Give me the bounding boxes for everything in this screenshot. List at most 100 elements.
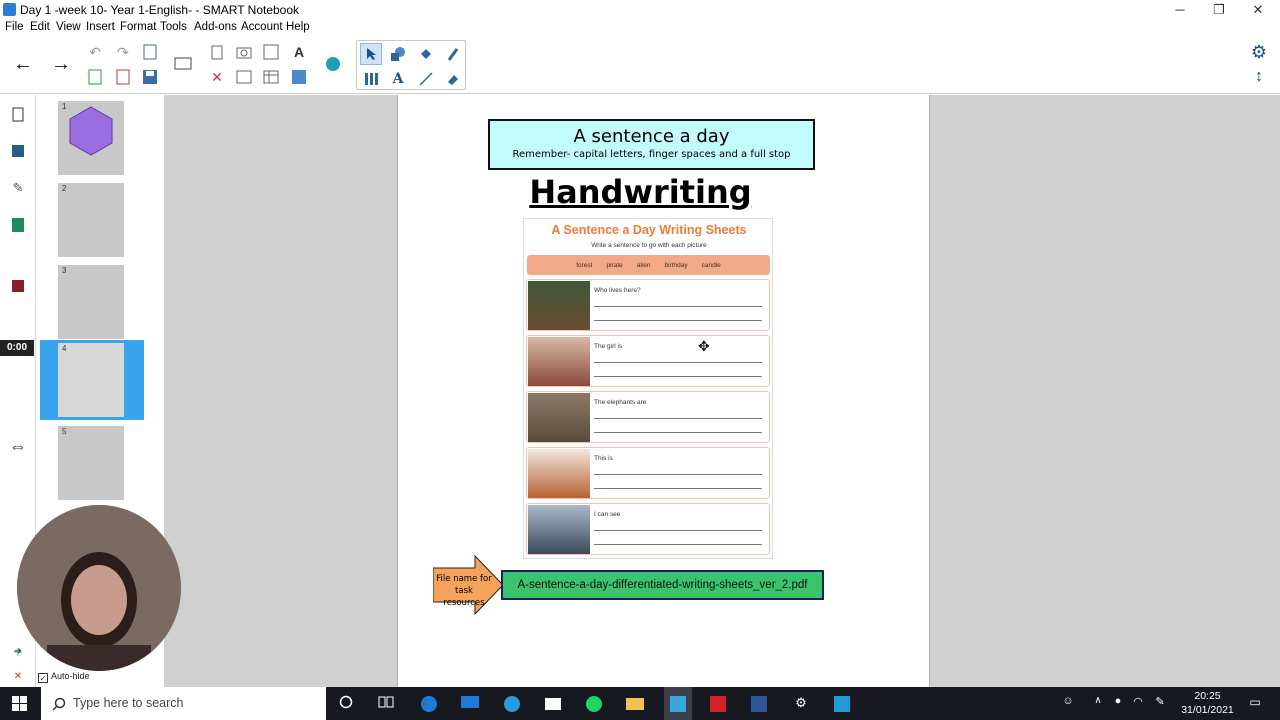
spellcheck-icon[interactable]: A — [288, 41, 310, 63]
paste-icon[interactable] — [206, 41, 228, 63]
word-item: candle — [701, 261, 721, 269]
title-main: A sentence a day — [573, 126, 730, 147]
cortana-icon[interactable] — [334, 695, 358, 712]
menu-file[interactable]: File — [5, 21, 24, 33]
delete-icon[interactable]: ✕ — [206, 66, 228, 88]
auto-hide-checkbox[interactable]: ✓ Auto-hide — [38, 671, 90, 683]
word-item: forest — [576, 261, 593, 269]
skype-icon[interactable] — [830, 695, 854, 716]
notifications-icon[interactable]: ▭ — [1243, 695, 1267, 709]
shapes-tool-icon[interactable] — [387, 43, 409, 65]
taskbar-search[interactable]: Type here to search — [41, 687, 326, 720]
store-icon[interactable] — [541, 695, 565, 714]
properties-icon[interactable] — [7, 214, 29, 236]
slide-thumbnail-1[interactable]: 1 — [40, 98, 140, 178]
display-icon[interactable] — [172, 53, 194, 75]
word-icon[interactable] — [747, 695, 771, 716]
settings-taskbar-icon[interactable]: ⚙ — [789, 695, 813, 711]
file-name-box[interactable]: A-sentence-a-day-differentiated-writing-… — [501, 570, 824, 600]
save-icon[interactable] — [139, 66, 161, 88]
title-sub: Remember- capital letters, finger spaces… — [512, 149, 791, 160]
writing-sheet-image[interactable]: A Sentence a Day Writing Sheets Write a … — [523, 218, 773, 559]
resize-panel-icon[interactable]: ⇔ — [7, 435, 29, 457]
new-page-icon[interactable] — [84, 66, 106, 88]
move-cursor-icon: ✥ — [698, 338, 710, 354]
search-icon — [52, 697, 66, 711]
maximize-button[interactable]: ❐ — [1199, 0, 1239, 20]
acrobat-icon[interactable] — [706, 695, 730, 716]
menu-format[interactable]: Format — [120, 21, 156, 33]
screen-capture-icon[interactable] — [233, 41, 255, 63]
page-sorter-icon[interactable] — [7, 103, 29, 125]
eraser-tool-icon[interactable] — [442, 68, 464, 90]
close-button[interactable]: ✕ — [1238, 0, 1278, 20]
writing-line — [594, 530, 762, 531]
title-box[interactable]: A sentence a day Remember- capital lette… — [488, 119, 815, 170]
attachments-icon[interactable]: ✎ — [7, 177, 29, 199]
writing-line — [594, 306, 762, 307]
fill-tool-icon[interactable] — [415, 43, 437, 65]
slide-thumbnail-2[interactable]: 2 — [40, 180, 140, 260]
menu-edit[interactable]: Edit — [30, 21, 50, 33]
spotify-icon[interactable] — [582, 695, 606, 716]
table-icon[interactable] — [260, 66, 282, 88]
writing-line — [594, 474, 762, 475]
add-page-icon[interactable]: ＋ — [7, 640, 29, 662]
clear-ink-icon[interactable] — [288, 66, 310, 88]
delete-page-icon[interactable] — [112, 66, 134, 88]
mail-icon[interactable] — [458, 695, 482, 712]
timer-display: 0:00 — [0, 340, 34, 356]
pens-icon[interactable] — [360, 68, 382, 90]
back-button[interactable]: ← — [12, 53, 34, 75]
file-name-arrow[interactable]: File name for task resources — [433, 554, 505, 616]
notebook-page[interactable]: A sentence a day Remember- capital lette… — [397, 95, 930, 687]
slide-thumbnail-4[interactable]: 4 — [40, 340, 144, 420]
file-explorer-icon[interactable] — [623, 695, 647, 714]
text-tool-icon[interactable]: A — [387, 68, 409, 90]
slide-thumbnail-3[interactable]: 3 — [40, 262, 140, 342]
slide-number: 4 — [62, 344, 67, 353]
word-item: pirate — [606, 261, 623, 269]
menu-view[interactable]: View — [56, 21, 81, 33]
checkbox-icon[interactable]: ✓ — [38, 673, 48, 683]
gallery-icon[interactable] — [7, 140, 29, 162]
toolbar-position-icon[interactable]: ↕ — [1248, 66, 1270, 88]
task-view-icon[interactable] — [374, 695, 398, 712]
handwriting-heading[interactable]: Handwriting — [398, 173, 883, 211]
windows-start-icon[interactable] — [12, 696, 27, 716]
writing-line — [594, 362, 762, 363]
minimize-button[interactable]: ─ — [1160, 0, 1200, 20]
settings-icon[interactable]: ⚙ — [1248, 41, 1270, 63]
record-button[interactable] — [7, 275, 29, 297]
word-item: alien — [636, 261, 651, 269]
slide-number: 5 — [62, 427, 67, 436]
toolbar: ← → ↶ ↷ A ✕ A ⚙ ↕ — [0, 36, 1280, 94]
people-icon[interactable]: ☺ — [1056, 695, 1080, 707]
pen-tool-icon[interactable] — [442, 43, 464, 65]
page-add-icon[interactable] — [139, 41, 161, 63]
menu-account[interactable]: Account — [241, 21, 283, 33]
slide-thumbnail-5[interactable]: 5 — [40, 423, 140, 503]
pen-input-icon[interactable]: ✎ — [1148, 695, 1172, 708]
webcam-overlay — [17, 505, 181, 671]
system-clock[interactable]: 20:25 31/01/2021 — [1180, 689, 1235, 717]
redo-button[interactable]: ↷ — [112, 41, 134, 63]
row-prompt: The elephants are — [594, 399, 647, 406]
delete-page-rail-icon[interactable]: ✕ — [7, 665, 29, 687]
menu-addons[interactable]: Add-ons — [194, 21, 237, 33]
undo-button[interactable]: ↶ — [84, 41, 106, 63]
line-tool-icon[interactable] — [415, 68, 437, 90]
add-ons-icon[interactable] — [322, 53, 344, 75]
smart-notebook-taskbar-icon[interactable] — [664, 687, 692, 720]
menu-tools[interactable]: Tools — [160, 21, 187, 33]
menu-insert[interactable]: Insert — [86, 21, 115, 33]
safari-icon[interactable] — [500, 695, 524, 716]
screen-shade-icon[interactable] — [260, 41, 282, 63]
edge-icon[interactable] — [417, 695, 441, 716]
forward-button[interactable]: → — [50, 53, 72, 75]
select-tool-icon[interactable] — [360, 43, 382, 65]
slide-preview — [58, 183, 124, 257]
wifi-icon[interactable]: ◠ — [1126, 695, 1150, 708]
full-screen-icon[interactable] — [233, 66, 255, 88]
menu-help[interactable]: Help — [286, 21, 310, 33]
